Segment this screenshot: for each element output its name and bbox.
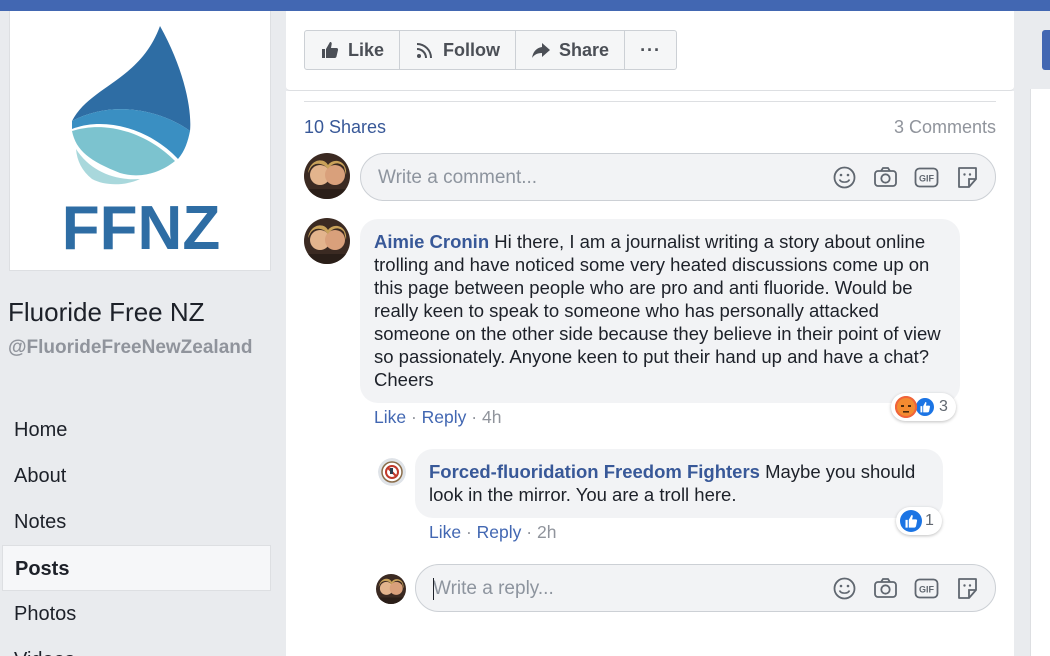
comment-bubble: Aimie Cronin Hi there, I am a journalist… <box>360 219 960 403</box>
gif-icon: GIF <box>914 167 939 188</box>
main-column: Like Follow Share ··· 10 Shares 3 Commen… <box>286 11 1014 656</box>
sticker-icon <box>958 167 977 188</box>
reply-reply-link[interactable]: Reply <box>477 522 522 542</box>
like-icon <box>914 396 936 418</box>
like-label: Like <box>348 39 385 60</box>
comment-timestamp[interactable]: 4h <box>482 407 501 427</box>
logo-text: FFNZ <box>62 194 220 263</box>
emoji-button[interactable] <box>831 575 858 602</box>
comment-meta: Like · Reply · 4h <box>374 407 502 427</box>
comment-reactions[interactable]: 3 <box>891 393 956 421</box>
current-user-avatar[interactable] <box>304 153 350 199</box>
photo-button[interactable] <box>872 575 899 602</box>
page-action-bar: Like Follow Share ··· <box>286 11 1014 91</box>
like-icon <box>900 510 922 532</box>
smiley-icon <box>833 166 856 189</box>
nav-item-notes[interactable]: Notes <box>0 499 286 545</box>
like-page-button[interactable]: Like <box>305 31 401 69</box>
right-card <box>1030 449 1050 656</box>
gif-button[interactable]: GIF <box>913 575 940 602</box>
comment-reply-link[interactable]: Reply <box>422 407 467 427</box>
follow-label: Follow <box>443 39 501 60</box>
top-navigation-bar <box>0 0 1050 11</box>
comments-count[interactable]: 3 Comments <box>894 117 996 138</box>
page-actions: Like Follow Share ··· <box>304 30 678 70</box>
sticker-icon <box>958 578 977 599</box>
gif-button[interactable]: GIF <box>913 164 940 191</box>
emoji-button[interactable] <box>831 164 858 191</box>
gif-icon: GIF <box>914 578 939 599</box>
ffnz-logo: FFNZ <box>62 26 220 263</box>
text-cursor <box>433 578 434 600</box>
photo-button[interactable] <box>872 164 899 191</box>
reply-reactions[interactable]: 1 <box>896 507 942 535</box>
camera-icon <box>874 167 897 187</box>
reply-timestamp[interactable]: 2h <box>537 522 556 542</box>
page-title[interactable]: Fluoride Free NZ <box>8 297 205 328</box>
reply-author-name[interactable]: Forced-fluoridation Freedom Fighters <box>429 461 760 482</box>
comment-input-tools: GIF <box>831 164 981 191</box>
sticker-button[interactable] <box>954 575 981 602</box>
reply-composer-avatar[interactable] <box>376 574 406 604</box>
reply-like-link[interactable]: Like <box>429 522 461 542</box>
page-handle[interactable]: @FluorideFreeNewZealand <box>8 337 273 359</box>
nav-item-photos[interactable]: Photos <box>0 591 286 637</box>
comment-author-name[interactable]: Aimie Cronin <box>374 231 489 252</box>
sticker-button[interactable] <box>954 164 981 191</box>
share-label: Share <box>559 39 610 60</box>
comment-placeholder: Write a comment... <box>378 167 538 188</box>
left-sidebar: FFNZ Fluoride Free NZ @FluorideFreeNewZe… <box>0 11 286 656</box>
reply-meta: Like · Reply · 2h <box>429 522 557 542</box>
share-page-button[interactable]: Share <box>516 31 626 69</box>
divider <box>304 101 996 102</box>
reply-input-tools: GIF <box>831 575 981 602</box>
reaction-count: 3 <box>939 398 948 415</box>
reply-author-avatar[interactable] <box>378 458 406 486</box>
svg-text:GIF: GIF <box>919 174 935 184</box>
post-card: 10 Shares 3 Comments Write a comment... … <box>286 91 1014 656</box>
right-column <box>1014 11 1050 656</box>
right-card <box>1030 89 1050 489</box>
camera-icon <box>874 578 897 598</box>
more-options-button[interactable]: ··· <box>625 31 676 69</box>
reply-input[interactable]: Write a reply... GIF <box>415 564 996 612</box>
nav-item-videos[interactable]: Videos <box>0 637 286 656</box>
thumbs-up-icon <box>322 42 339 58</box>
page-profile-picture[interactable]: FFNZ <box>9 11 271 271</box>
nav-item-home[interactable]: Home <box>0 407 286 453</box>
reply-placeholder: Write a reply... <box>433 578 554 599</box>
page-navigation: Home About Notes Posts Photos Videos <box>0 407 286 656</box>
comment-author-avatar[interactable] <box>304 218 350 264</box>
more-label: ··· <box>640 39 662 60</box>
svg-text:GIF: GIF <box>919 585 935 595</box>
comment-input[interactable]: Write a comment... GIF <box>360 153 996 201</box>
nav-item-posts[interactable]: Posts <box>2 545 271 591</box>
shares-count[interactable]: 10 Shares <box>304 117 386 138</box>
right-action-button[interactable] <box>1042 30 1050 70</box>
reply-bubble: Forced-fluoridation Freedom Fighters May… <box>415 449 943 518</box>
comment-text: Hi there, I am a journalist writing a st… <box>374 231 941 390</box>
rss-icon <box>416 43 433 59</box>
nav-item-about[interactable]: About <box>0 453 286 499</box>
comment-like-link[interactable]: Like <box>374 407 406 427</box>
follow-page-button[interactable]: Follow <box>400 31 517 69</box>
smiley-icon <box>833 577 856 600</box>
angry-icon <box>895 396 917 418</box>
reaction-count: 1 <box>925 512 934 529</box>
share-arrow-icon <box>532 43 551 58</box>
